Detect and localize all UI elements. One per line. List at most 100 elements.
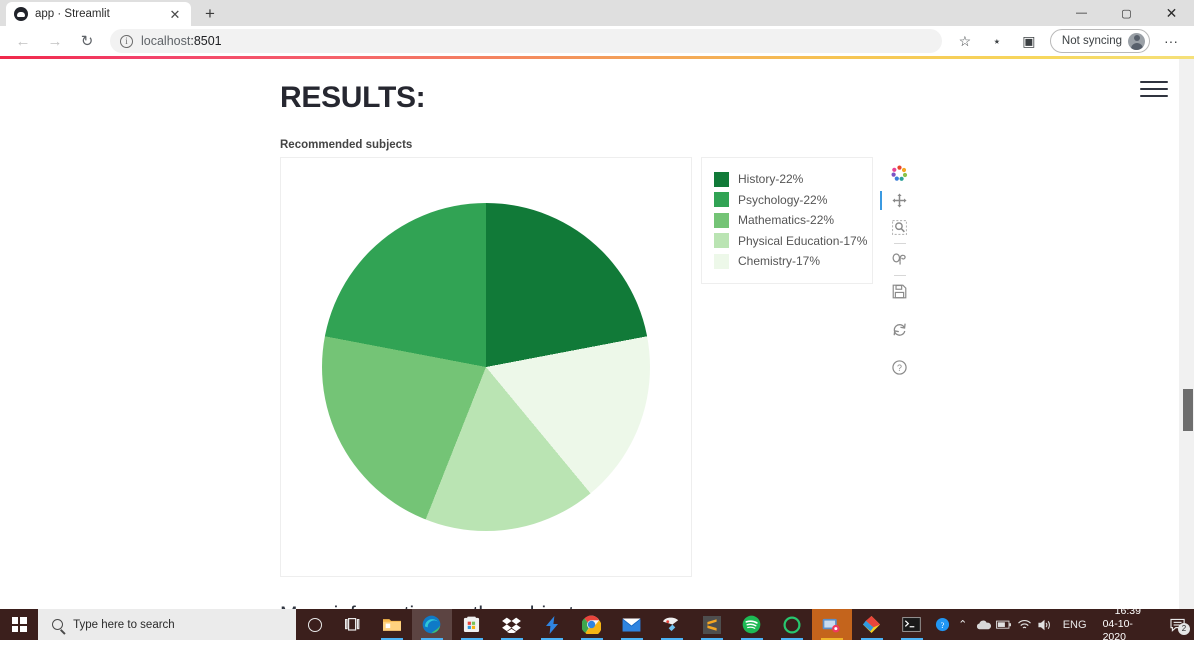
taskbar-app-dropbox[interactable] [492, 609, 532, 640]
windows-logo-icon [11, 617, 27, 632]
plot-container[interactable] [280, 157, 692, 577]
legend-label: Mathematics-22% [738, 213, 835, 228]
reload-button[interactable]: ↻ [72, 28, 102, 54]
collections-icon[interactable]: ⋆ [982, 28, 1012, 54]
maximize-button[interactable]: ▢ [1104, 0, 1149, 26]
notification-count-badge: 2 [1177, 623, 1190, 635]
autoscale-icon[interactable] [887, 317, 912, 342]
profile-button[interactable]: Not syncing [1049, 29, 1150, 53]
taskbar-app-lightning-app[interactable] [532, 609, 572, 640]
help-icon[interactable]: ? [887, 355, 912, 380]
pan-icon[interactable] [880, 188, 912, 213]
back-button[interactable]: ← [8, 28, 38, 54]
taskbar-app-screen-recorder[interactable] [811, 609, 852, 640]
browser-menu-icon[interactable]: ··· [1156, 28, 1186, 54]
taskbar-app-file-explorer[interactable] [372, 609, 412, 640]
taskbar-app-ring-app[interactable] [772, 609, 812, 640]
legend-swatch [714, 233, 729, 249]
running-indicator [740, 638, 763, 640]
terminal-icon [902, 617, 922, 632]
legend-item[interactable]: Physical Education-17% [714, 231, 867, 252]
taskbar-app-google-chrome[interactable] [572, 609, 612, 640]
streamlit-favicon-icon [14, 7, 28, 21]
legend-swatch [714, 253, 729, 269]
page-scrollbar[interactable] [1179, 59, 1194, 610]
start-button[interactable] [0, 609, 38, 640]
tab-title: app · Streamlit [35, 8, 110, 20]
legend-item[interactable]: Chemistry-17% [714, 251, 862, 272]
pie-chart[interactable] [322, 203, 650, 531]
chart-area: History-22% Psychology-22% Mathematics-22%… [280, 157, 1194, 577]
save-image-icon[interactable] [887, 279, 912, 304]
volume-icon[interactable] [1035, 609, 1056, 640]
chart-legend: History-22% Psychology-22% Mathematics-22%… [701, 157, 873, 284]
running-indicator [500, 638, 523, 640]
tab-collection-icon[interactable]: ▣ [1014, 28, 1044, 54]
taskbar-app-terminal[interactable] [892, 609, 932, 640]
modebar-divider [893, 243, 906, 244]
legend-label: History-22% [738, 172, 804, 187]
plotly-logo-icon[interactable] [887, 161, 912, 186]
language-indicator[interactable]: ENG [1056, 619, 1094, 631]
running-indicator [900, 638, 923, 640]
streamlit-menu-icon[interactable] [1140, 75, 1168, 103]
notifications-button[interactable]: 2 [1162, 609, 1194, 640]
windows-taskbar: Type here to search ? ⌃ ENG 16:39 04-10-… [0, 605, 1194, 643]
taskbar-search-input[interactable]: Type here to search [38, 609, 296, 640]
scrollbar-thumb[interactable] [1183, 389, 1193, 431]
svg-text:?: ? [897, 363, 902, 373]
address-bar[interactable]: i localhost:8501 [110, 29, 942, 53]
task-view-button[interactable] [334, 609, 372, 640]
wifi-icon[interactable] [1014, 609, 1035, 640]
legend-swatch [714, 171, 729, 187]
legend-item[interactable]: Psychology-22% [714, 190, 862, 211]
close-window-button[interactable]: ✕ [1149, 0, 1194, 26]
google-chrome-icon [582, 615, 602, 634]
taskbar-app-spotify[interactable] [732, 609, 772, 640]
taskbar-app-colorful-diamond-app[interactable] [852, 609, 892, 640]
ring-app-icon [783, 615, 801, 634]
colorful-diamond-app-icon [863, 615, 881, 634]
favorite-star-icon[interactable]: ☆ [950, 28, 980, 54]
browser-tab[interactable]: app · Streamlit ✕ [6, 2, 191, 26]
close-tab-icon[interactable]: ✕ [167, 8, 183, 21]
taskbar-app-mail[interactable] [612, 609, 652, 640]
forward-button[interactable]: → [40, 28, 70, 54]
running-indicator [380, 638, 403, 640]
site-info-icon[interactable]: i [120, 34, 133, 48]
system-tray: ? ⌃ ENG 16:39 04-10-2020 2 [932, 605, 1194, 643]
running-indicator [660, 638, 683, 640]
legend-item[interactable]: History-22% [714, 169, 862, 190]
modebar-divider [893, 275, 906, 276]
running-indicator [540, 638, 563, 640]
legend-item[interactable]: Mathematics-22% [714, 210, 862, 231]
url-host: localhost [141, 34, 191, 48]
file-explorer-icon [382, 619, 401, 631]
legend-swatch [714, 192, 729, 208]
avatar-icon [1128, 32, 1145, 50]
cortana-button[interactable] [296, 609, 334, 640]
lightning-app-icon [545, 615, 558, 634]
new-tab-button[interactable]: + [199, 4, 221, 24]
battery-icon[interactable] [994, 609, 1015, 640]
taskbar-app-microsoft-edge[interactable] [411, 609, 452, 640]
action-center-info-icon[interactable]: ? [932, 609, 953, 640]
clock-date: 04-10-2020 [1102, 617, 1133, 644]
taskbar-app-microsoft-store[interactable] [452, 609, 492, 640]
taskbar-clock[interactable]: 16:39 04-10-2020 [1094, 605, 1162, 644]
tab-strip: app · Streamlit ✕ + — ▢ ✕ [0, 0, 1194, 26]
paint-icon [663, 617, 679, 632]
taskbar-app-paint[interactable] [652, 609, 692, 640]
running-indicator [420, 638, 443, 640]
minimize-button[interactable]: — [1059, 0, 1104, 26]
zoom-box-icon[interactable] [887, 215, 912, 240]
url-port: :8501 [190, 34, 222, 48]
lasso-select-icon[interactable] [887, 247, 912, 272]
taskbar-app-sublime-text[interactable] [692, 609, 732, 640]
onedrive-icon[interactable] [973, 609, 994, 640]
clock-time: 16:39 [1114, 604, 1141, 617]
spotify-icon [742, 615, 761, 634]
cortana-icon [307, 617, 322, 632]
browser-window: app · Streamlit ✕ + — ▢ ✕ ← → ↻ i localh… [0, 0, 1194, 643]
show-hidden-icons-chevron[interactable]: ⌃ [952, 609, 973, 640]
